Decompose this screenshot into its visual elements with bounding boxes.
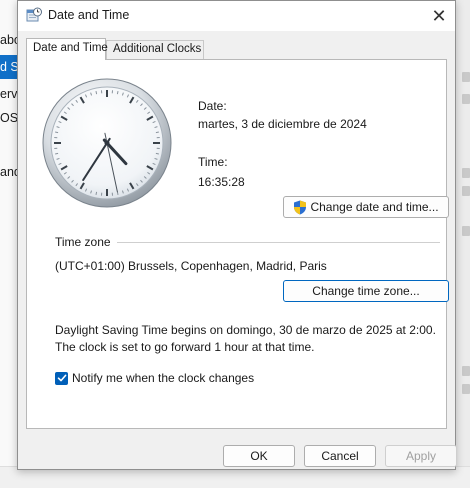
close-button[interactable]: ✕ bbox=[423, 1, 455, 31]
date-time-dialog: Date and Time ✕ Date and Time Additional… bbox=[17, 0, 457, 470]
notify-checkbox-label: Notify me when the clock changes bbox=[72, 371, 255, 385]
time-zone-value: (UTC+01:00) Brussels, Copenhagen, Madrid… bbox=[55, 259, 327, 273]
background-sidebar-item[interactable]: erv bbox=[0, 82, 17, 106]
background-fragment bbox=[462, 226, 470, 236]
close-icon: ✕ bbox=[431, 5, 447, 26]
date-time-app-icon bbox=[26, 7, 42, 22]
ok-label: OK bbox=[250, 449, 268, 463]
ok-button[interactable]: OK bbox=[223, 445, 295, 467]
background-right-panel bbox=[456, 0, 470, 488]
change-time-zone-button[interactable]: Change time zone... bbox=[283, 280, 449, 302]
background-sidebar-item[interactable]: and bbox=[0, 160, 17, 184]
background-fragment bbox=[462, 366, 470, 376]
cancel-button[interactable]: Cancel bbox=[304, 445, 376, 467]
background-fragment bbox=[462, 72, 470, 82]
change-date-time-label: Change date and time... bbox=[310, 200, 439, 214]
background-fragment bbox=[462, 384, 470, 394]
dialog-title: Date and Time bbox=[48, 8, 130, 22]
analog-clock bbox=[42, 78, 172, 208]
tab-panel: Date: martes, 3 de diciembre de 2024 Tim… bbox=[26, 59, 449, 429]
clock-minute-tick bbox=[95, 191, 98, 195]
background-fragment bbox=[462, 94, 470, 104]
uac-shield-icon bbox=[294, 200, 307, 214]
clock-minute-tick bbox=[116, 91, 119, 95]
clock-minute-tick bbox=[55, 152, 59, 155]
background-fragment bbox=[462, 168, 470, 178]
tab-date-and-time[interactable]: Date and Time bbox=[26, 38, 108, 60]
clock-minute-tick bbox=[155, 131, 159, 134]
title-bar[interactable]: Date and Time ✕ bbox=[18, 1, 455, 31]
cancel-label: Cancel bbox=[321, 449, 359, 463]
time-zone-divider bbox=[117, 242, 440, 243]
clock-minute-tick bbox=[95, 91, 98, 95]
tab-additional-clocks[interactable]: Additional Clocks bbox=[106, 40, 204, 59]
time-zone-heading: Time zone bbox=[55, 235, 111, 249]
clock-minute-tick bbox=[55, 131, 59, 134]
clock-center-pin bbox=[104, 140, 110, 146]
background-sidebar-item-selected[interactable]: d Se bbox=[0, 55, 17, 79]
dst-notice: Daylight Saving Time begins on domingo, … bbox=[55, 323, 436, 354]
time-value: 16:35:28 bbox=[198, 175, 245, 189]
apply-label: Apply bbox=[405, 449, 437, 463]
background-sidebar-item[interactable]: abo bbox=[0, 28, 17, 52]
background-fragment bbox=[462, 186, 470, 196]
apply-button[interactable]: Apply bbox=[385, 445, 457, 467]
background-sidebar: abo d Se erv OS and bbox=[0, 0, 17, 488]
checkbox-checked-icon bbox=[55, 371, 68, 385]
notify-checkbox[interactable]: Notify me when the clock changes bbox=[55, 371, 254, 385]
clock-minute-tick bbox=[155, 152, 159, 155]
date-value: martes, 3 de diciembre de 2024 bbox=[198, 117, 367, 131]
background-sidebar-item[interactable]: OS bbox=[0, 106, 17, 130]
change-time-zone-label: Change time zone... bbox=[312, 284, 420, 298]
date-label: Date: bbox=[198, 99, 227, 113]
time-label: Time: bbox=[198, 155, 228, 169]
change-date-time-button[interactable]: Change date and time... bbox=[283, 196, 449, 218]
